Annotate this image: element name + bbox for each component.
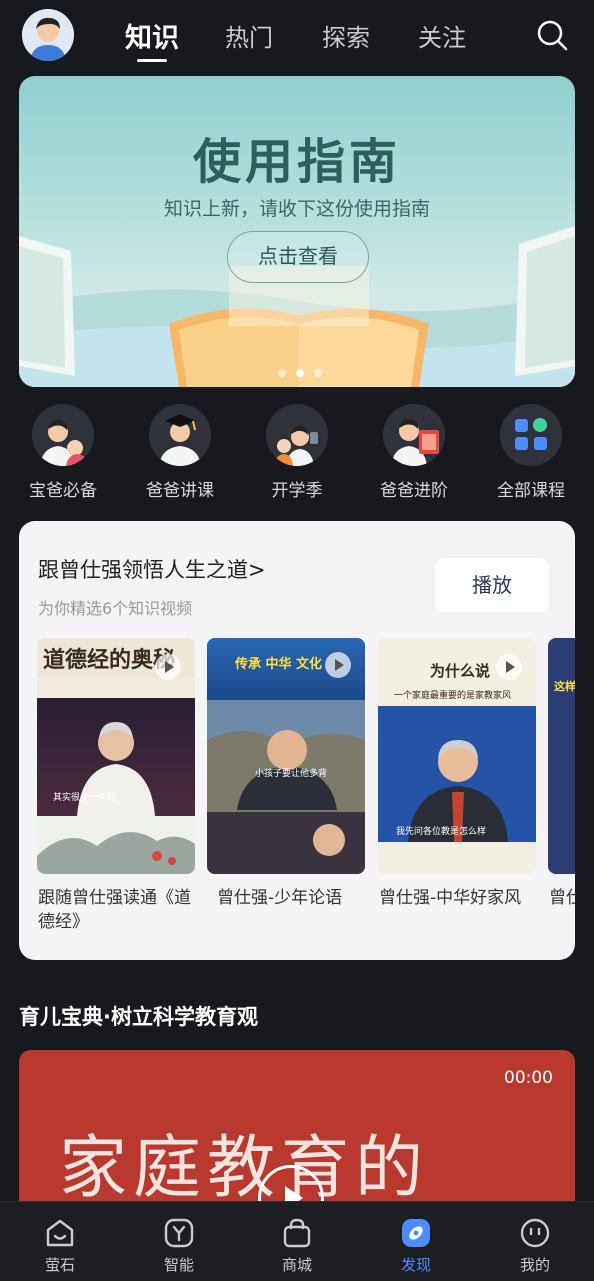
video-caption-2[interactable]: 曾仕强-少年论语 (217, 886, 377, 910)
play-icon (155, 654, 181, 680)
subtitle-overlay: 其实很多一问题 (53, 793, 117, 803)
nav-ezviz[interactable]: 萤石 (20, 1216, 100, 1275)
category-school-season[interactable]: 开学季 (242, 404, 352, 501)
tab-knowledge[interactable]: 知识 (125, 16, 179, 55)
video-time: 00:00 (504, 1068, 553, 1088)
course-card-title[interactable]: 跟曾仕强领悟人生之道> (38, 554, 266, 584)
carousel-dot-active (296, 369, 304, 377)
nav-smart[interactable]: 智能 (139, 1216, 219, 1275)
video-caption-4[interactable]: 曾仕强讲堂 (549, 886, 575, 910)
nav-label: 萤石 (44, 1256, 75, 1274)
graduate-dad-icon (149, 404, 211, 466)
subtitle-overlay: 小孩子要让他多背 (255, 769, 328, 779)
user-avatar[interactable] (22, 9, 74, 61)
course-card-subtitle: 为你精选6个知识视频 (38, 599, 193, 618)
nav-discover[interactable]: 发现 (376, 1216, 456, 1275)
profile-face-icon (518, 1216, 552, 1250)
video-caption-1[interactable]: 跟随曾仕强读通《道德经》 (38, 886, 198, 934)
video-thumbnail-2[interactable]: 传承 中华 文化 小孩子要让他多背 (207, 638, 365, 874)
speaker-image (378, 706, 536, 842)
video-thumbnail-4[interactable]: 这样 (548, 638, 575, 874)
family-icon (266, 404, 328, 466)
home-smile-icon (43, 1216, 77, 1250)
category-label: 爸爸讲课 (146, 481, 214, 501)
play-icon (325, 652, 351, 678)
shopping-bag-icon (280, 1216, 314, 1250)
category-label: 爸爸进阶 (380, 481, 448, 501)
banner-title: 使用指南 (192, 134, 401, 190)
category-all-courses[interactable]: 全部课程 (476, 404, 586, 501)
bottom-nav: 萤石 智能 商城 发现 我的 (0, 1201, 594, 1281)
course-card: 跟曾仕强领悟人生之道> 为你精选6个知识视频 播放 道德经的奥秘 其实很多一问题… (19, 521, 575, 960)
dad-reading-icon (383, 404, 445, 466)
dad-with-baby-icon (32, 404, 94, 466)
category-label: 开学季 (271, 481, 323, 501)
banner-subtitle: 知识上新，请收下这份使用指南 (163, 198, 430, 220)
nav-label: 发现 (400, 1256, 431, 1274)
category-dad-lectures[interactable]: 爸爸讲课 (125, 404, 235, 501)
thumb-title: 传承 中华 文化 (235, 657, 323, 672)
category-dad-advanced[interactable]: 爸爸进阶 (359, 404, 469, 501)
guide-banner[interactable]: 使用指南 知识上新，请收下这份使用指南 点击查看 (19, 76, 575, 387)
video-player[interactable]: 00:00 家庭教育的 (19, 1050, 575, 1210)
video-caption-3[interactable]: 曾仕强-中华好家风 (379, 886, 539, 910)
search-icon[interactable] (535, 18, 569, 52)
nav-label: 商城 (281, 1256, 312, 1274)
speaker-image (207, 700, 365, 874)
subtitle-overlay: 我先问各位教是怎么样 (396, 827, 487, 837)
grid-apps-icon (500, 404, 562, 466)
video-thumbnail-3[interactable]: 为什么说 一个家庭最重要的是家教家风 我先问各位教是怎么样 (378, 638, 536, 874)
compass-icon (399, 1216, 433, 1250)
landscape-painting (37, 816, 195, 874)
video-thumbnail-1[interactable]: 道德经的奥秘 其实很多一问题 (37, 638, 195, 874)
carousel-dot (314, 369, 322, 377)
play-all-button[interactable]: 播放 (435, 558, 549, 612)
tab-follow[interactable]: 关注 (418, 18, 466, 53)
category-label: 全部课程 (497, 481, 565, 501)
section-title: 育儿宝典·树立科学教育观 (19, 1005, 258, 1029)
nav-mall[interactable]: 商城 (257, 1216, 337, 1275)
smart-y-icon (162, 1216, 196, 1250)
nav-label: 我的 (519, 1256, 550, 1274)
video-frame-text: 家庭教育的 (59, 1129, 430, 1208)
tab-explore[interactable]: 探索 (322, 18, 370, 53)
banner-view-button[interactable]: 点击查看 (227, 231, 369, 283)
category-label: 宝爸必备 (29, 481, 97, 501)
category-dad-essentials[interactable]: 宝爸必备 (8, 404, 118, 501)
carousel-dot (278, 369, 286, 377)
nav-mine[interactable]: 我的 (495, 1216, 575, 1275)
thumb-title: 为什么说 (430, 662, 491, 680)
carousel-dots (273, 362, 327, 381)
play-icon (496, 654, 522, 680)
thumb-title: 这样 (554, 680, 575, 693)
top-bar: 知识 热门 探索 关注 (0, 0, 594, 70)
active-tab-indicator (137, 59, 167, 62)
nav-label: 智能 (163, 1256, 194, 1274)
thumb-subtitle: 一个家庭最重要的是家教家风 (394, 691, 512, 701)
tab-hot[interactable]: 热门 (225, 18, 273, 53)
